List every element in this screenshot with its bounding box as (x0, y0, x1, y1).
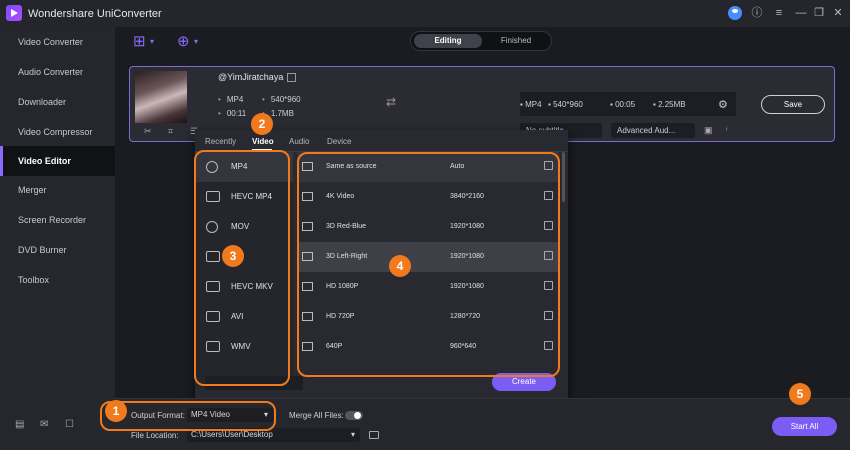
tab-audio[interactable]: Audio (289, 137, 309, 146)
audio-track-select[interactable]: Advanced Aud... (611, 123, 695, 138)
callout-badge-5: 5 (789, 383, 811, 405)
output-resolution: ▪ 540*960 (548, 100, 583, 109)
tab-device[interactable]: Device (327, 137, 351, 146)
menu-icon[interactable]: ≡ (772, 6, 786, 20)
output-info[interactable]: ▪ MP4 ▪ 540*960 ▪ 00:05 ▪ 2.25MB (520, 92, 736, 116)
file-name: @YimJiratchaya (218, 72, 284, 82)
video-thumbnail[interactable] (135, 71, 187, 123)
add-file-icon[interactable]: ⊞ (133, 34, 151, 50)
trim-icon[interactable]: ✂ (144, 126, 152, 137)
sidebar-item-audio-converter[interactable]: Audio Converter (0, 57, 115, 87)
callout-box-format-list (194, 150, 290, 386)
callout-box-output-format (100, 401, 276, 431)
title-bar: Wondershare UniConverter ⓘ ≡ — ❐ ✕ (0, 0, 850, 27)
chevron-down-icon[interactable]: ▾ (194, 37, 198, 46)
merge-label: Merge All Files: (289, 411, 344, 420)
app-title: Wondershare UniConverter (28, 8, 162, 20)
sidebar-item-video-converter[interactable]: Video Converter (0, 27, 115, 57)
gear-icon[interactable]: ⚙ (718, 98, 728, 111)
tab-recently[interactable]: Recently (205, 137, 236, 146)
sidebar-item-downloader[interactable]: Downloader (0, 87, 115, 117)
callout-box-resolution-list (297, 152, 560, 377)
source-duration: 00:11 (218, 109, 246, 118)
minimize-icon[interactable]: — (794, 6, 808, 20)
help-icon[interactable]: ⓘ (750, 6, 764, 20)
scrollbar[interactable] (562, 152, 565, 202)
start-all-button[interactable]: Start All (772, 417, 837, 436)
source-format: MP4 (218, 95, 243, 104)
sidebar-item-video-editor[interactable]: Video Editor (0, 146, 115, 176)
tab-editing[interactable]: Editing (414, 34, 482, 48)
folder-icon[interactable] (369, 431, 379, 439)
info-icon[interactable]: ⁱ (726, 125, 728, 136)
sidebar-item-screen-recorder[interactable]: Screen Recorder (0, 205, 115, 235)
subtitle-edit-icon[interactable]: ▣ (704, 125, 713, 136)
callout-badge-1: 1 (105, 400, 127, 422)
feedback-icon[interactable]: ☐ (65, 420, 77, 430)
book-icon[interactable]: ▤ (15, 420, 27, 430)
user-account-icon[interactable] (728, 6, 742, 20)
sidebar-item-toolbox[interactable]: Toolbox (0, 265, 115, 295)
callout-badge-2: 2 (251, 113, 273, 135)
file-location-label: File Location: (131, 431, 179, 440)
view-toggle: Editing Finished (410, 31, 552, 51)
sidebar-item-dvd-burner[interactable]: DVD Burner (0, 235, 115, 265)
rename-icon[interactable] (287, 73, 296, 82)
crop-icon[interactable]: ⌗ (168, 126, 173, 137)
callout-badge-3: 3 (222, 245, 244, 267)
tab-video[interactable]: Video (252, 137, 274, 146)
sidebar-item-video-compressor[interactable]: Video Compressor (0, 117, 115, 147)
add-media-icon[interactable]: ⊕ (177, 34, 195, 50)
output-format: ▪ MP4 (520, 100, 542, 109)
callout-badge-4: 4 (389, 255, 411, 277)
save-button[interactable]: Save (761, 95, 825, 114)
sidebar: Video Converter Audio Converter Download… (0, 27, 115, 450)
output-size: ▪ 2.25MB (653, 100, 686, 109)
mail-icon[interactable]: ✉ (40, 420, 52, 430)
close-icon[interactable]: ✕ (831, 6, 845, 20)
tab-finished[interactable]: Finished (483, 34, 549, 48)
maximize-icon[interactable]: ❐ (812, 6, 826, 20)
chevron-down-icon[interactable]: ▾ (150, 37, 154, 46)
source-resolution: 540*960 (262, 95, 301, 104)
sidebar-item-merger[interactable]: Merger (0, 175, 115, 205)
app-logo-icon (6, 5, 22, 21)
output-duration: ▪ 00:05 (610, 100, 636, 109)
merge-toggle[interactable] (345, 411, 363, 420)
convert-arrow-icon: ⇄ (386, 95, 397, 109)
